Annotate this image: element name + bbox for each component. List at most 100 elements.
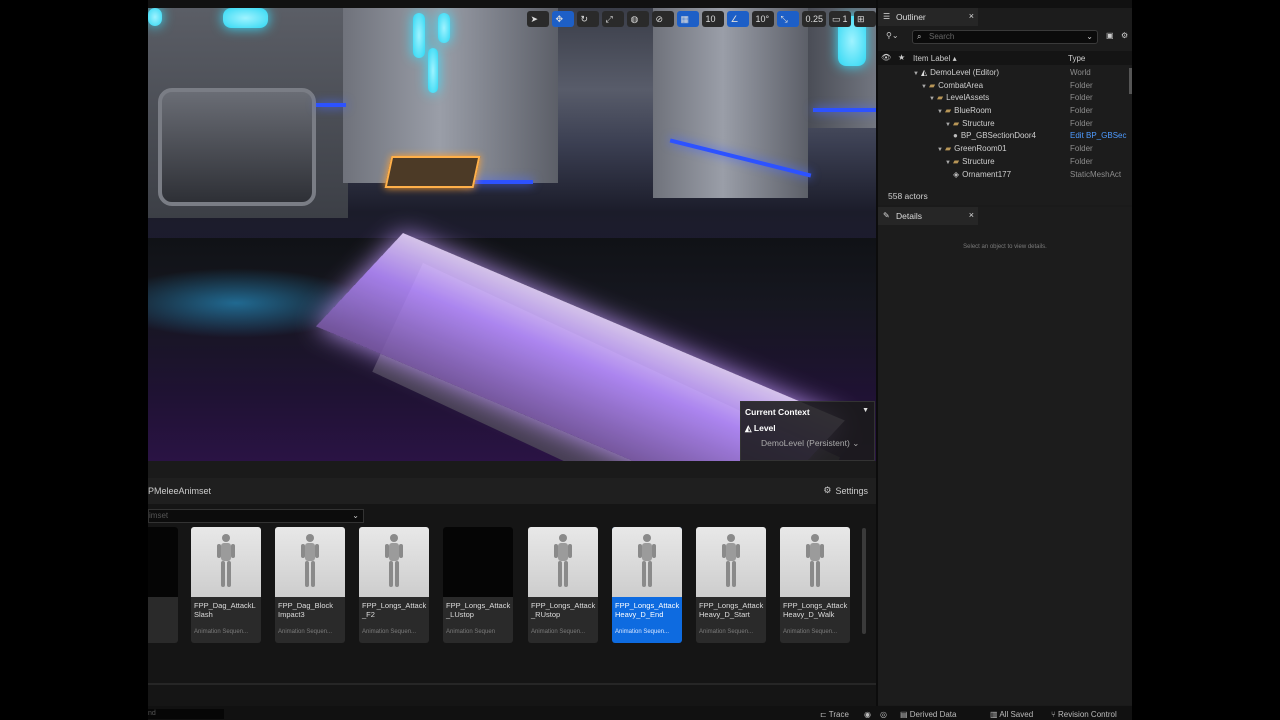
tab-details[interactable]: ✎ Details ×	[878, 207, 978, 225]
scrollbar[interactable]	[1129, 68, 1132, 94]
outliner-item-name: BlueRoom	[954, 106, 992, 116]
character-mannequin-icon	[638, 534, 656, 587]
asset-name: FPP_Longs_Attack _RUstop	[531, 601, 596, 619]
asset-thumbnail	[359, 527, 429, 597]
close-icon[interactable]: ×	[969, 210, 974, 220]
column-item-label[interactable]: Item Label ▴	[913, 54, 957, 63]
actor-count: 558 actors	[888, 191, 928, 201]
asset-thumbnail	[780, 527, 850, 597]
scrollbar[interactable]	[862, 528, 866, 634]
column-type[interactable]: Type	[1068, 54, 1085, 63]
asset-tile[interactable]: Attack Walk	[148, 527, 178, 643]
outliner-row[interactable]: ▼ ▰ Structure Folder	[878, 118, 1132, 131]
outliner-item-name: LevelAssets	[946, 93, 990, 103]
folder-path[interactable]: PMeleeAnimset	[148, 486, 211, 496]
tab-outliner-label: Outliner	[896, 12, 926, 22]
rotation-snap-value[interactable]: 10°	[752, 11, 775, 27]
outliner-search-input[interactable]: ⌕ Search ⌄	[912, 30, 1098, 44]
outliner-item-name: BP_GBSectionDoor4	[960, 131, 1036, 141]
edit-blueprint-link[interactable]: Edit BP_GBSec	[1070, 130, 1126, 143]
outliner-row-label: ▼ ▰ GreenRoom01	[937, 143, 1007, 157]
revision-control-icon: ⑂	[1051, 710, 1059, 719]
asset-tile[interactable]: FPP_Longs_Attack _LUstop Animation Sequen	[443, 527, 513, 643]
expand-arrow-icon[interactable]: ▼	[937, 147, 943, 153]
scale-snap-value[interactable]: 0.25	[802, 11, 826, 27]
gear-icon[interactable]: ⚙	[1121, 31, 1128, 40]
asset-thumbnail	[443, 527, 513, 597]
rotation-snap-button[interactable]: ∠	[727, 11, 750, 27]
expand-arrow-icon[interactable]: ▼	[921, 84, 927, 90]
add-folder-icon[interactable]: ▣	[1106, 31, 1114, 40]
asset-tile[interactable]: FPP_Longs_Attack _F2 Animation Sequen...	[359, 527, 429, 643]
caret-down-icon[interactable]: ▼	[862, 407, 869, 414]
outliner-row[interactable]: ▼ ▰ CombatArea Folder	[878, 80, 1132, 93]
asset-tile[interactable]: FPP_Dag_AttackL Slash Animation Sequen...	[191, 527, 261, 643]
close-icon[interactable]: ×	[969, 11, 974, 21]
expand-arrow-icon[interactable]: ▼	[945, 122, 951, 128]
character-mannequin-icon	[806, 534, 824, 587]
trace-button[interactable]: ⊏ Trace	[820, 710, 849, 719]
level-icon: ◭	[920, 68, 928, 77]
surface-snap-button[interactable]: ⊘	[652, 11, 675, 27]
save-icon: ▥	[990, 710, 1000, 719]
translate-mode-button[interactable]: ✥	[552, 11, 575, 27]
grid-snap-button[interactable]: ▦	[677, 11, 700, 27]
asset-tile[interactable]: FPP_Longs_Attack Heavy_D_Start Animation …	[696, 527, 766, 643]
star-icon[interactable]: ★	[898, 53, 905, 62]
asset-type: Animation Sequen...	[531, 629, 586, 635]
expand-arrow-icon[interactable]: ▼	[945, 160, 951, 166]
asset-tile[interactable]: FPP_Longs_Attack Heavy_D_Walk Animation S…	[780, 527, 850, 643]
record-icon[interactable]: ◉	[864, 710, 871, 719]
surface-snap-icon: ⊘	[655, 14, 664, 24]
outliner-item-type: Folder	[1070, 80, 1093, 90]
derived-data-button[interactable]: ▤ Derived Data	[900, 710, 956, 719]
camera-speed-button[interactable]: ▭ 1	[829, 11, 851, 27]
outliner-row[interactable]: ◈ Ornament177 StaticMeshAct	[878, 169, 1132, 180]
scale-mode-button[interactable]: ⤢	[602, 11, 625, 27]
tab-outliner[interactable]: ☰ Outliner ×	[878, 8, 978, 26]
level-viewport[interactable]: ➤ ✥ ↻ ⤢ ◍ ⊘ ▦ 10 ∠ 10° ⤡ 0.25 ▭ 1 ⊞ Curre…	[148, 8, 876, 461]
outliner-row[interactable]: ▼ ◭ DemoLevel (Editor) World	[878, 67, 1132, 80]
eye-icon[interactable]: 👁	[881, 53, 891, 62]
select-mode-button[interactable]: ➤	[527, 11, 550, 27]
world-local-button[interactable]: ◍	[627, 11, 650, 27]
list-icon: ☰	[883, 12, 891, 21]
expand-arrow-icon[interactable]: ▼	[929, 96, 935, 102]
scene-light	[413, 13, 425, 58]
grid-snap-value[interactable]: 10	[702, 11, 725, 27]
scale-snap-button[interactable]: ⤡	[777, 11, 800, 27]
filter-icon[interactable]: ⚲⌄	[886, 31, 899, 40]
asset-type: Animation Sequen...	[194, 629, 249, 635]
scene-neon	[813, 108, 876, 112]
asset-tile[interactable]: FPP_Longs_Attack _RUstop Animation Sequen…	[528, 527, 598, 643]
camera-shot-icon[interactable]: ◎	[880, 710, 887, 719]
expand-arrow-icon[interactable]: ▼	[913, 71, 919, 77]
revision-control-button[interactable]: ⑂ Revision Control	[1051, 710, 1117, 719]
grid-icon: ▦	[680, 14, 689, 24]
outliner-row[interactable]: ▼ ▰ BlueRoom Folder	[878, 105, 1132, 118]
asset-tile[interactable]: FPP_Longs_Attack Heavy_D_End Animation Se…	[612, 527, 682, 643]
search-placeholder: Search	[929, 32, 955, 41]
outliner-row-label: ▼ ◭ DemoLevel (Editor)	[913, 67, 999, 81]
all-saved-button[interactable]: ▥ All Saved	[990, 710, 1033, 719]
viewport-toolbar: ➤ ✥ ↻ ⤢ ◍ ⊘ ▦ 10 ∠ 10° ⤡ 0.25 ▭ 1 ⊞	[527, 10, 876, 28]
context-level-dropdown[interactable]: DemoLevel (Persistent) ⌄	[761, 438, 859, 449]
scene-bench	[384, 156, 481, 188]
console-command-input[interactable]: nd	[148, 709, 224, 719]
asset-filter-dropdown[interactable]: imset ⌄	[148, 509, 364, 523]
asset-thumbnail	[148, 527, 178, 597]
outliner-row[interactable]: ● BP_GBSectionDoor4 Edit BP_GBSec	[878, 130, 1132, 143]
settings-button[interactable]: ⚙ Settings	[823, 485, 868, 496]
asset-thumbnail	[528, 527, 598, 597]
asset-thumbnail	[275, 527, 345, 597]
outliner-row[interactable]: ▼ ▰ LevelAssets Folder	[878, 92, 1132, 105]
expand-arrow-icon[interactable]: ▼	[937, 109, 943, 115]
layout-button[interactable]: ⊞	[854, 11, 876, 27]
asset-tile[interactable]: FPP_Dag_Block Impact3 Animation Sequen...	[275, 527, 345, 643]
outliner-row[interactable]: ▼ ▰ GreenRoom01 Folder	[878, 143, 1132, 156]
outliner-item-name: CombatArea	[938, 80, 984, 90]
layout-grid-icon: ⊞	[857, 14, 865, 24]
scene-neon	[316, 103, 346, 107]
outliner-row[interactable]: ▼ ▰ Structure Folder	[878, 156, 1132, 169]
rotate-mode-button[interactable]: ↻	[577, 11, 600, 27]
